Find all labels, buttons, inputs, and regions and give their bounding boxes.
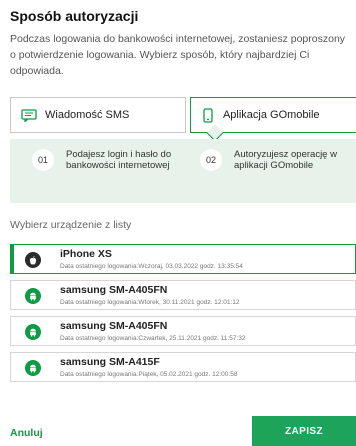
device-last-login: Data ostatniego logowania:Czwartek, 25.1… xyxy=(60,335,246,342)
device-last-login: Data ostatniego logowania:Wczoraj, 03.03… xyxy=(60,263,243,270)
step-1: 01 Podajesz login i hasło do bankowości … xyxy=(32,149,196,171)
android-icon xyxy=(25,324,41,340)
device-item[interactable]: samsung SM-A405FN Data ostatniego logowa… xyxy=(10,316,356,346)
sms-method-option[interactable]: Wiadomość SMS xyxy=(10,97,186,133)
android-icon xyxy=(25,360,41,376)
step-text: Autoryzujesz operację w aplikacji GOmobi… xyxy=(234,149,337,171)
apple-icon xyxy=(25,252,41,268)
auth-steps-panel: 01 Podajesz login i hasło do bankowości … xyxy=(10,139,356,203)
sms-icon xyxy=(21,108,37,122)
device-list: iPhone XS Data ostatniego logowania:Wczo… xyxy=(10,244,356,388)
device-item[interactable]: samsung SM-A405FN Data ostatniego logowa… xyxy=(10,280,356,310)
device-last-login: Data ostatniego logowania:Wtorek, 30.11.… xyxy=(60,299,240,306)
step-2: 02 Autoryzujesz operację w aplikacji GOm… xyxy=(200,149,356,171)
cancel-button[interactable]: Anuluj xyxy=(10,427,43,439)
step-number: 02 xyxy=(200,149,222,171)
auth-method-selector: Wiadomość SMS Aplikacja GOmobile xyxy=(10,97,356,142)
page-description: Podczas logowania do bankowości internet… xyxy=(10,33,346,77)
device-name: samsung SM-A405FN xyxy=(60,320,168,332)
sms-method-label: Wiadomość SMS xyxy=(45,109,130,121)
device-name: samsung SM-A405FN xyxy=(60,284,168,296)
device-last-login: Data ostatniego logowania:Piątek, 05.02.… xyxy=(60,371,238,378)
step-text: Podajesz login i hasło do bankowości int… xyxy=(66,149,172,171)
android-icon xyxy=(25,288,41,304)
save-button[interactable]: ZAPISZ xyxy=(252,416,356,446)
page-title: Sposób autoryzacji xyxy=(10,8,139,24)
gomobile-method-label: Aplikacja GOmobile xyxy=(222,109,320,121)
device-name: samsung SM-A415F xyxy=(60,356,160,368)
device-item[interactable]: samsung SM-A415F Data ostatniego logowan… xyxy=(10,352,356,382)
phone-icon xyxy=(203,107,213,123)
gomobile-method-option[interactable]: Aplikacja GOmobile xyxy=(189,97,356,142)
device-item[interactable]: iPhone XS Data ostatniego logowania:Wczo… xyxy=(10,244,356,274)
step-number: 01 xyxy=(32,149,54,171)
device-name: iPhone XS xyxy=(60,248,112,260)
device-list-label: Wybierz urządzenie z listy xyxy=(10,219,132,231)
